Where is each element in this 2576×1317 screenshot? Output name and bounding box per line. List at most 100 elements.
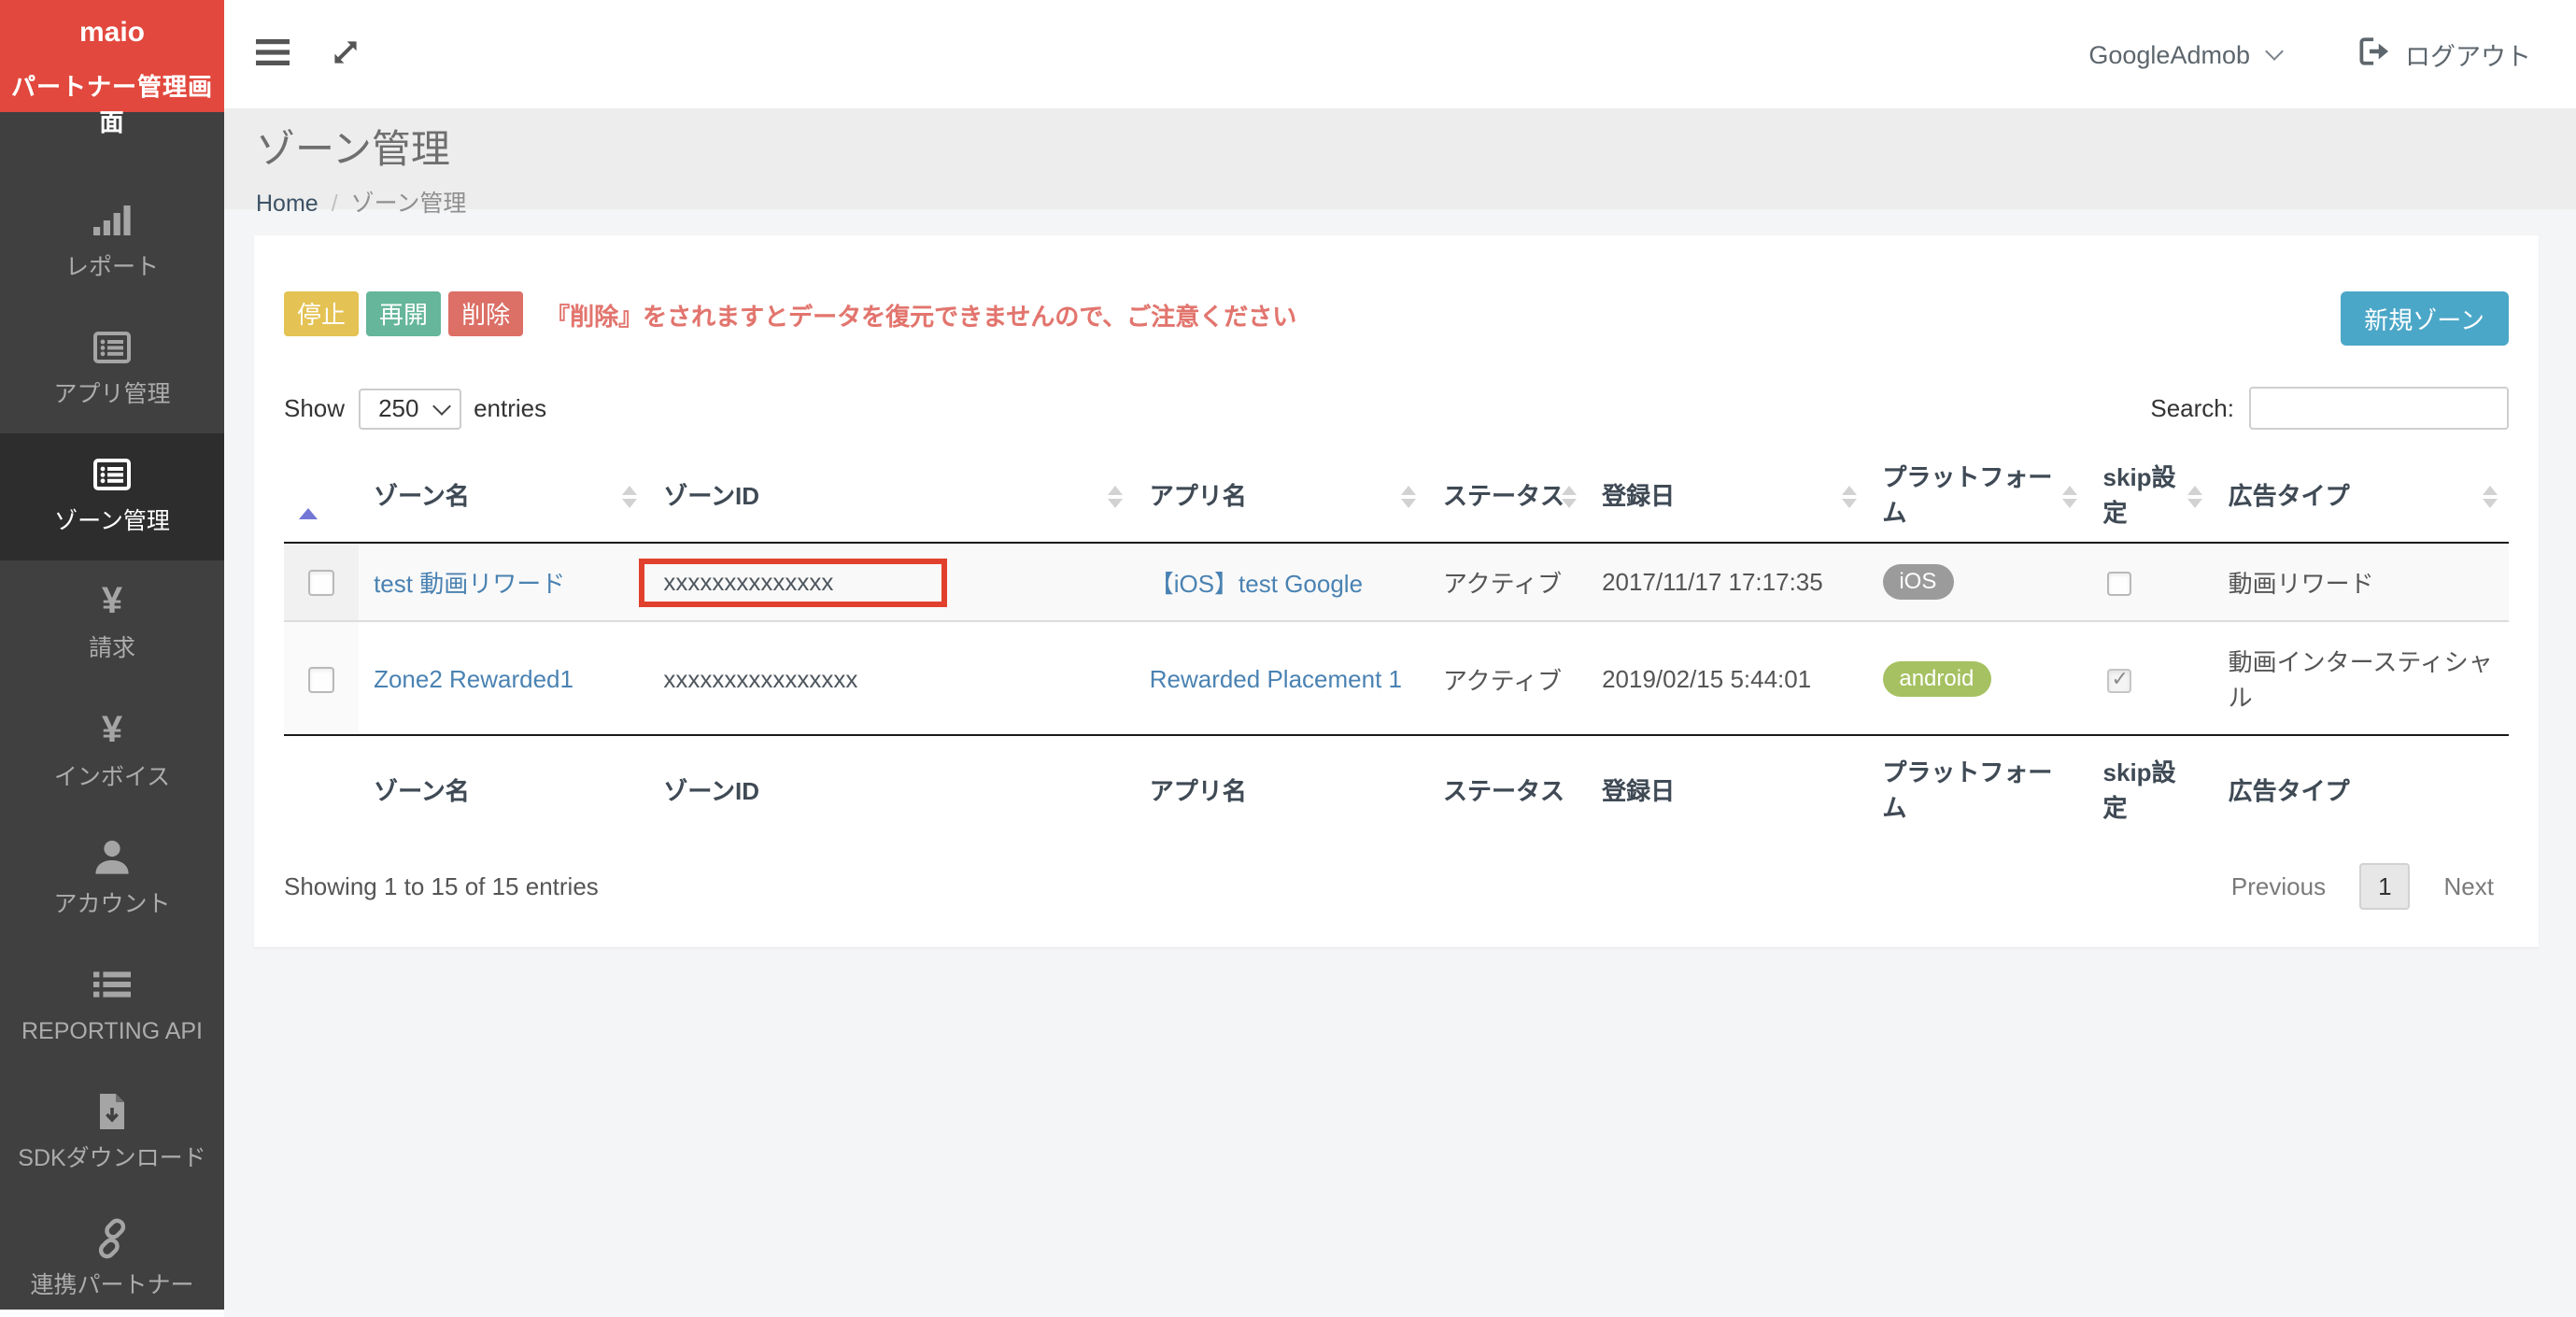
topbar: GoogleAdmob ログアウト <box>224 0 2576 108</box>
sort-arrows-icon <box>1841 485 1856 507</box>
sidebar-item-label: アプリ管理 <box>9 377 215 411</box>
app-name-cell: 【iOS】test Google <box>1135 543 1428 621</box>
search-input[interactable] <box>2249 387 2509 430</box>
platform-cell: android <box>1867 621 2088 735</box>
page-header: ゾーン管理 Home/ゾーン管理 <box>224 108 2576 209</box>
skip-setting-cell <box>2088 621 2214 735</box>
header-zone-id[interactable]: ゾーンID <box>648 450 1134 543</box>
sort-asc-icon <box>299 479 318 518</box>
page-1-button[interactable]: 1 <box>2359 863 2410 910</box>
breadcrumb-separator: / <box>332 191 338 217</box>
next-page-button[interactable]: Next <box>2429 863 2509 910</box>
sort-arrows-icon <box>2187 485 2202 507</box>
previous-page-button[interactable]: Previous <box>2216 863 2341 910</box>
app-name-link[interactable]: Rewarded Placement 1 <box>1150 664 1402 692</box>
stop-button[interactable]: 停止 <box>284 291 359 336</box>
footer-ad-type: 広告タイプ <box>2214 735 2509 841</box>
header-ad-type[interactable]: 広告タイプ <box>2214 450 2509 543</box>
sidebar-item-label: ゾーン管理 <box>9 505 215 539</box>
footer-status: ステータス <box>1428 735 1587 841</box>
delete-button[interactable]: 削除 <box>448 291 523 336</box>
sidebar-item-label: REPORTING API <box>9 1014 215 1048</box>
sidebar-item-sdk-download[interactable]: SDKダウンロード <box>0 1070 224 1197</box>
sidebar-item-app-management[interactable]: アプリ管理 <box>0 306 224 433</box>
topbar-right: GoogleAdmob ログアウト <box>2088 35 2531 73</box>
search-label: Search: <box>2150 394 2234 422</box>
sidebar-item-label: アカウント <box>9 886 215 920</box>
account-dropdown[interactable]: GoogleAdmob <box>2088 40 2280 68</box>
table-body: test 動画リワード xxxxxxxxxxxxxx 【iOS】test Goo… <box>284 543 2509 735</box>
user-icon <box>9 834 215 879</box>
app-name-cell: Rewarded Placement 1 <box>1135 621 1428 735</box>
sidebar-item-partner-link[interactable]: 連携パートナー <box>0 1197 224 1317</box>
zone-name-link[interactable]: test 動画リワード <box>374 570 565 598</box>
logout-button[interactable]: ログアウト <box>2358 35 2531 73</box>
show-label: Show <box>284 394 345 422</box>
zone-name-link[interactable]: Zone2 Rewarded1 <box>374 664 573 692</box>
sort-arrows-icon <box>1402 485 1417 507</box>
table-foot: ゾーン名 ゾーンID アプリ名 ステータス 登録日 プラットフォーム skip設… <box>284 735 2509 841</box>
yen-icon: ¥ <box>9 580 215 625</box>
app-root: maio パートナー管理画面 レポート アプリ管理 ゾーン管理 <box>0 0 2576 1317</box>
header-skip-setting[interactable]: skip設定 <box>2088 450 2214 543</box>
ad-type-cell: 動画リワード <box>2214 543 2509 621</box>
row-checkbox[interactable] <box>308 571 334 597</box>
skip-checkbox[interactable] <box>2107 668 2131 692</box>
table-row: Zone2 Rewarded1 xxxxxxxxxxxxxxxx Rewarde… <box>284 621 2509 735</box>
header-status[interactable]: ステータス <box>1428 450 1587 543</box>
new-zone-button[interactable]: 新規ゾーン <box>2340 291 2509 346</box>
page-title: ゾーン管理 <box>256 120 2576 176</box>
link-icon <box>9 1216 215 1261</box>
table-head: ゾーン名 ゾーンID アプリ名 ステータス 登録日 プラットフォーム skip設… <box>284 450 2509 543</box>
logo-subtitle: パートナー管理画面 <box>0 67 224 138</box>
footer-select-column <box>284 735 359 841</box>
sidebar-item-label: 請求 <box>9 632 215 666</box>
zones-table: ゾーン名 ゾーンID アプリ名 ステータス 登録日 プラットフォーム skip設… <box>284 450 2509 841</box>
header-select-column[interactable] <box>284 450 359 543</box>
sidebar-item-label: レポート <box>9 250 215 284</box>
sidebar-item-invoice[interactable]: ¥ インボイス <box>0 688 224 815</box>
platform-badge: android <box>1882 660 1990 696</box>
logo-block[interactable]: maio パートナー管理画面 <box>0 0 224 112</box>
row-checkbox[interactable] <box>308 667 334 693</box>
hamburger-icon <box>256 38 290 70</box>
zone-id-cell: xxxxxxxxxxxxxxxx <box>648 621 1134 735</box>
sidebar-toggle-button[interactable] <box>248 31 297 78</box>
footer-platform: プラットフォーム <box>1867 735 2088 841</box>
sort-arrows-icon <box>2483 485 2498 507</box>
sidebar-item-account[interactable]: アカウント <box>0 815 224 942</box>
table-footer-bar: Showing 1 to 15 of 15 entries Previous 1… <box>284 863 2509 910</box>
zone-table-card: 停止 再開 削除 『削除』をされますとデータを復元できませんので、ご注意ください… <box>254 235 2539 947</box>
page-size-select-wrap: 250 <box>358 388 460 429</box>
app-name-link[interactable]: 【iOS】test Google <box>1150 570 1363 598</box>
sidebar-item-label: インボイス <box>9 759 215 793</box>
page-size-select[interactable]: 250 <box>358 388 460 429</box>
resume-button[interactable]: 再開 <box>366 291 441 336</box>
skip-checkbox[interactable] <box>2107 572 2131 596</box>
list-icon <box>9 962 215 1007</box>
sidebar-item-zone-management[interactable]: ゾーン管理 <box>0 434 224 561</box>
logout-label: ログアウト <box>2405 35 2531 73</box>
sidebar-item-report[interactable]: レポート <box>0 179 224 306</box>
fullscreen-button[interactable] <box>323 29 368 79</box>
bar-chart-icon <box>9 198 215 243</box>
sidebar-item-label: 連携パートナー <box>9 1268 215 1302</box>
header-app-name[interactable]: アプリ名 <box>1135 450 1428 543</box>
header-zone-name[interactable]: ゾーン名 <box>359 450 648 543</box>
row-select-cell <box>284 543 359 621</box>
breadcrumb-home-link[interactable]: Home <box>256 191 318 217</box>
header-registered-date[interactable]: 登録日 <box>1587 450 1867 543</box>
expand-arrows-icon <box>331 36 361 72</box>
entries-label: entries <box>474 394 546 422</box>
sort-arrows-icon <box>622 485 637 507</box>
sidebar-item-reporting-api[interactable]: REPORTING API <box>0 943 224 1070</box>
yen-icon: ¥ <box>9 707 215 752</box>
registered-date-cell: 2017/11/17 17:17:35 <box>1587 543 1867 621</box>
sidebar: maio パートナー管理画面 レポート アプリ管理 ゾーン管理 <box>0 0 224 1310</box>
footer-app-name: アプリ名 <box>1135 735 1428 841</box>
header-platform[interactable]: プラットフォーム <box>1867 450 2088 543</box>
sidebar-item-billing[interactable]: ¥ 請求 <box>0 561 224 688</box>
footer-registered-date: 登録日 <box>1587 735 1867 841</box>
table-row: test 動画リワード xxxxxxxxxxxxxx 【iOS】test Goo… <box>284 543 2509 621</box>
list-box-icon <box>9 325 215 370</box>
